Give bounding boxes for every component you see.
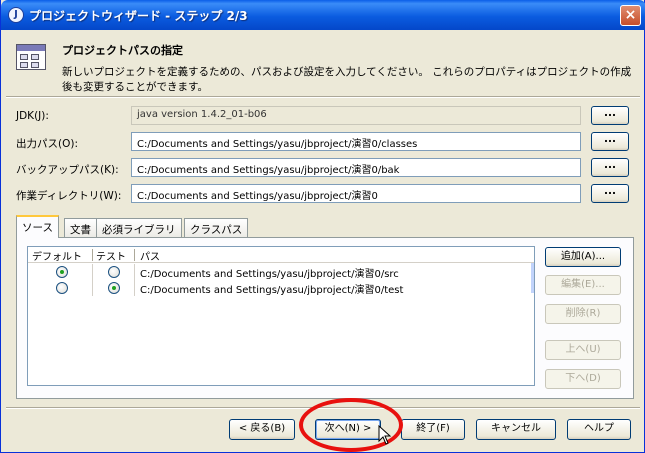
output-path-field[interactable]: C:/Documents and Settings/yasu/jbproject… xyxy=(131,132,581,151)
tab-docs[interactable]: 文書 xyxy=(64,218,97,237)
test-radio[interactable] xyxy=(108,266,120,278)
jdk-field: java version 1.4.2_01-b06 xyxy=(131,106,581,125)
jdk-browse-button[interactable]: ... xyxy=(591,106,629,125)
tab-classpath[interactable]: クラスパス xyxy=(184,218,249,237)
source-path: C:/Documents and Settings/yasu/jbproject… xyxy=(140,269,399,280)
tab-source[interactable]: ソース xyxy=(16,215,59,238)
output-path-label: 出力パス(O): xyxy=(16,138,78,150)
project-wizard-icon xyxy=(16,44,46,70)
move-down-button[interactable]: 下へ(D) xyxy=(545,369,621,389)
move-up-button[interactable]: 上へ(U) xyxy=(545,340,621,360)
source-tab-panel: デフォルト テスト パス C:/Documents and Settings/y… xyxy=(16,237,634,399)
default-radio[interactable] xyxy=(56,282,68,294)
test-radio[interactable] xyxy=(108,282,120,294)
working-dir-label: 作業ディレクトリ(W): xyxy=(16,190,122,202)
section-description: 新しいプロジェクトを定義するための、パスおよび設定を入力してください。 これらの… xyxy=(62,66,632,93)
close-icon: × xyxy=(624,7,637,23)
close-button[interactable]: × xyxy=(620,5,641,26)
column-path[interactable]: パス xyxy=(140,248,160,263)
finish-button[interactable]: 終了(F) xyxy=(401,419,465,440)
jdk-label: JDK(J): xyxy=(16,110,49,122)
table-row[interactable]: C:/Documents and Settings/yasu/jbproject… xyxy=(28,264,534,280)
delete-button[interactable]: 削除(R) xyxy=(545,304,621,324)
window-title: プロジェクトウィザード - ステップ 2/3 xyxy=(29,9,248,23)
working-dir-browse-button[interactable]: ... xyxy=(591,184,629,203)
header-divider xyxy=(6,96,640,98)
header-panel: プロジェクトパスの指定 新しいプロジェクトを定義するための、パスおよび設定を入力… xyxy=(4,30,641,94)
list-header: デフォルト テスト パス xyxy=(28,247,534,263)
edit-button[interactable]: 編集(E)... xyxy=(545,275,621,295)
working-dir-field[interactable]: C:/Documents and Settings/yasu/jbproject… xyxy=(131,184,581,203)
backup-path-browse-button[interactable]: ... xyxy=(591,158,629,177)
output-path-browse-button[interactable]: ... xyxy=(591,132,629,151)
mouse-cursor-icon xyxy=(378,425,392,445)
column-default[interactable]: デフォルト xyxy=(32,248,82,263)
add-button[interactable]: 追加(A)... xyxy=(545,247,621,267)
column-test[interactable]: テスト xyxy=(96,248,126,263)
source-path: C:/Documents and Settings/yasu/jbproject… xyxy=(140,285,404,296)
table-row[interactable]: C:/Documents and Settings/yasu/jbproject… xyxy=(28,280,534,296)
jbuilder-icon: J xyxy=(8,7,24,23)
backup-path-field[interactable]: C:/Documents and Settings/yasu/jbproject… xyxy=(131,158,581,177)
backup-path-label: バックアップパス(K): xyxy=(16,164,119,176)
help-button[interactable]: ヘルプ xyxy=(567,419,631,440)
tab-required-libraries[interactable]: 必須ライブラリ xyxy=(96,218,182,237)
title-bar[interactable]: J プロジェクトウィザード - ステップ 2/3 × xyxy=(1,0,645,30)
section-title: プロジェクトパスの指定 xyxy=(62,44,183,57)
back-button[interactable]: < 戻る(B) xyxy=(229,419,295,440)
list-scrollbar[interactable] xyxy=(531,263,534,293)
default-radio[interactable] xyxy=(56,266,68,278)
source-path-list[interactable]: デフォルト テスト パス C:/Documents and Settings/y… xyxy=(27,246,535,386)
wizard-window: J プロジェクトウィザード - ステップ 2/3 × プロジェクトパスの指定 新… xyxy=(0,0,645,453)
cancel-button[interactable]: キャンセル xyxy=(476,419,556,440)
